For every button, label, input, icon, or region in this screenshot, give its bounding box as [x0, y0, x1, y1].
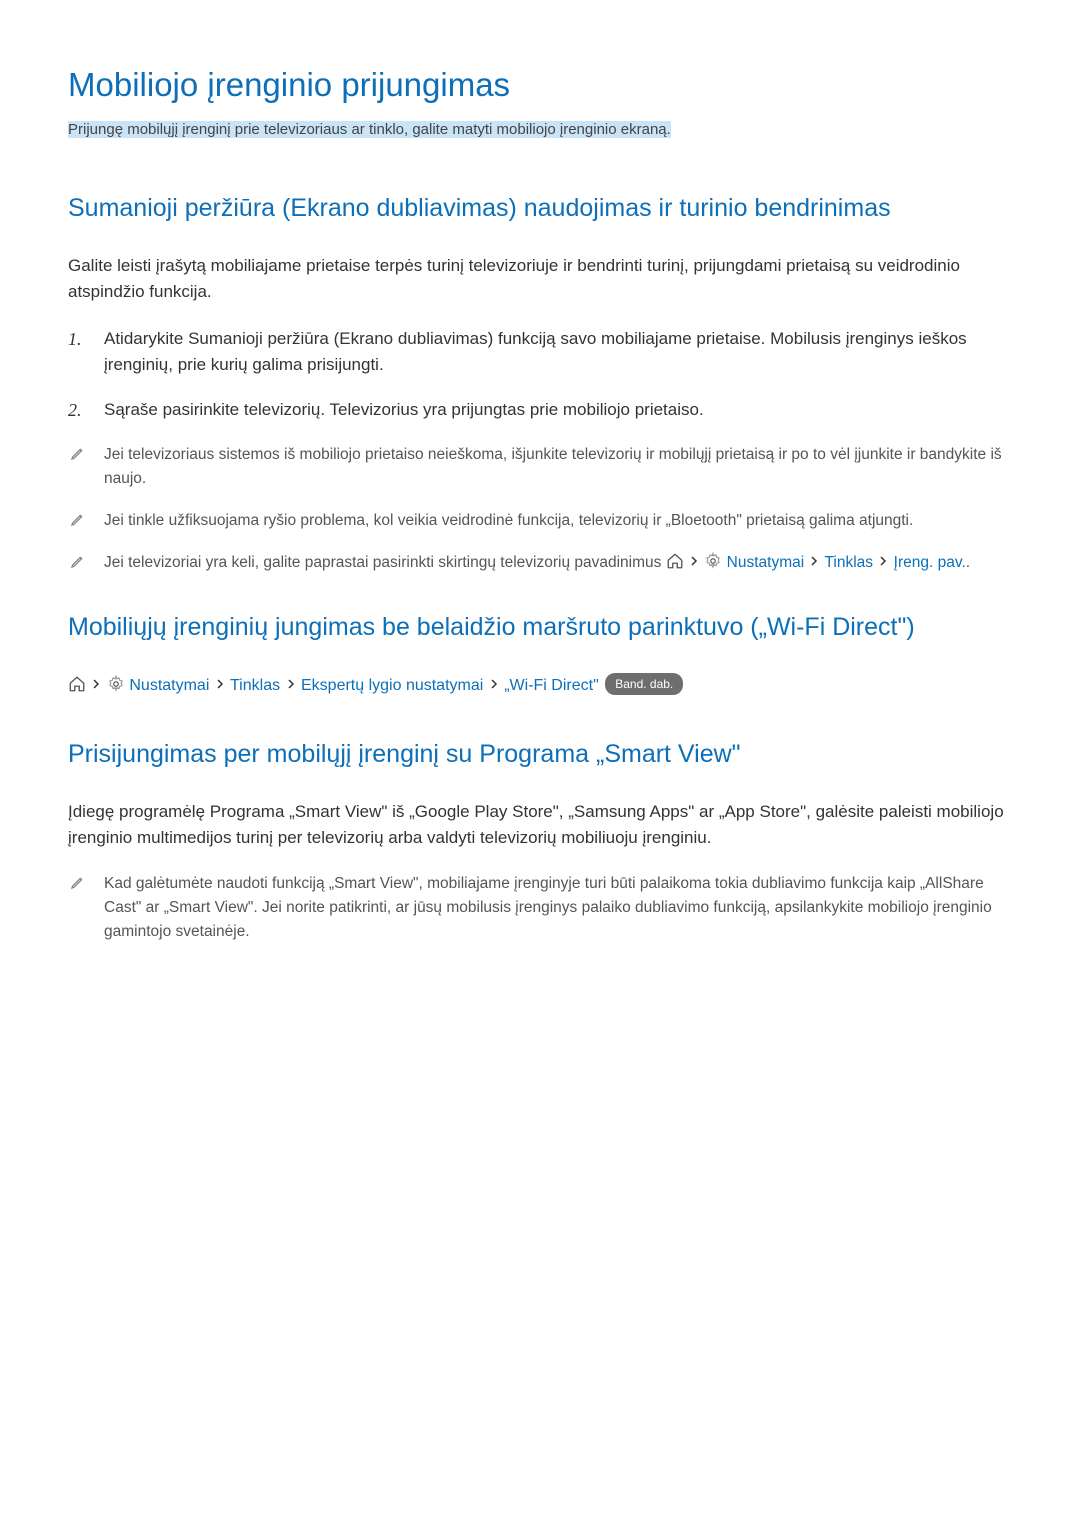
network-link[interactable]: Tinklas	[825, 554, 874, 571]
device-name-link[interactable]: Įreng. pav.	[894, 554, 966, 571]
home-icon	[68, 675, 86, 693]
chevron-right-icon	[688, 554, 700, 568]
note-icon	[70, 553, 86, 569]
section3-heading: Prisijungimas per mobilųjį įrenginį su P…	[68, 738, 1012, 772]
network-link[interactable]: Tinklas	[230, 677, 280, 694]
gear-icon	[704, 552, 722, 570]
section3-intro: Įdiegę programėlę Programa „Smart View" …	[68, 799, 1012, 850]
chevron-right-icon	[90, 677, 102, 691]
note-text: Jei tinkle užfiksuojama ryšio problema, …	[104, 512, 913, 529]
note-suffix: .	[966, 554, 970, 571]
step-item: 2. Sąraše pasirinkite televizorių. Telev…	[100, 397, 1012, 423]
note-item: Jei televizoriaus sistemos iš mobiliojo …	[100, 443, 1012, 491]
section2-heading: Mobiliųjų įrenginių jungimas be belaidži…	[68, 611, 1012, 645]
gear-icon	[107, 675, 125, 693]
note-icon	[70, 445, 86, 461]
menu-path: Nustatymai Tinklas Ekspertų lygio nustat…	[68, 673, 1012, 698]
note-text: Jei televizoriaus sistemos iš mobiliojo …	[104, 446, 1002, 487]
section-smart-view-app: Prisijungimas per mobilųjį įrenginį su P…	[68, 738, 1012, 945]
step-item: 1. Atidarykite Sumanioji peržiūra (Ekran…	[100, 326, 1012, 377]
step-number: 1.	[68, 326, 82, 353]
home-icon	[666, 552, 684, 570]
section1-heading: Sumanioji peržiūra (Ekrano dubliavimas) …	[68, 192, 1012, 226]
settings-link[interactable]: Nustatymai	[727, 554, 805, 571]
section-wifi-direct: Mobiliųjų įrenginių jungimas be belaidži…	[68, 611, 1012, 698]
page-subtitle: Prijungę mobilųjį įrenginį prie televizo…	[68, 121, 671, 138]
chevron-right-icon	[214, 677, 226, 691]
try-now-badge[interactable]: Band. dab.	[605, 673, 683, 695]
chevron-right-icon	[808, 554, 820, 568]
settings-link[interactable]: Nustatymai	[129, 677, 209, 694]
step-number: 2.	[68, 397, 82, 424]
chevron-right-icon	[877, 554, 889, 568]
section-smart-view-mirroring: Sumanioji peržiūra (Ekrano dubliavimas) …	[68, 192, 1012, 575]
page-title: Mobiliojo įrenginio prijungimas	[68, 60, 1012, 110]
note-icon	[70, 511, 86, 527]
step-text: Atidarykite Sumanioji peržiūra (Ekrano d…	[104, 329, 967, 374]
section1-notes: Jei televizoriaus sistemos iš mobiliojo …	[68, 443, 1012, 575]
note-text: Jei televizoriai yra keli, galite papras…	[104, 554, 666, 571]
note-text: Kad galėtumėte naudoti funkciją „Smart V…	[104, 875, 992, 940]
chevron-right-icon	[488, 677, 500, 691]
note-item: Jei tinkle užfiksuojama ryšio problema, …	[100, 509, 1012, 533]
wifi-direct-link[interactable]: „Wi-Fi Direct"	[504, 677, 599, 694]
section3-notes: Kad galėtumėte naudoti funkciją „Smart V…	[68, 872, 1012, 944]
section1-intro: Galite leisti įrašytą mobiliajame prieta…	[68, 253, 1012, 304]
expert-settings-link[interactable]: Ekspertų lygio nustatymai	[301, 677, 483, 694]
note-icon	[70, 874, 86, 890]
chevron-right-icon	[285, 677, 297, 691]
note-item: Jei televizoriai yra keli, galite papras…	[100, 551, 1012, 575]
note-item: Kad galėtumėte naudoti funkciją „Smart V…	[100, 872, 1012, 944]
section1-steps: 1. Atidarykite Sumanioji peržiūra (Ekran…	[68, 326, 1012, 423]
step-text: Sąraše pasirinkite televizorių. Televizo…	[104, 400, 704, 419]
